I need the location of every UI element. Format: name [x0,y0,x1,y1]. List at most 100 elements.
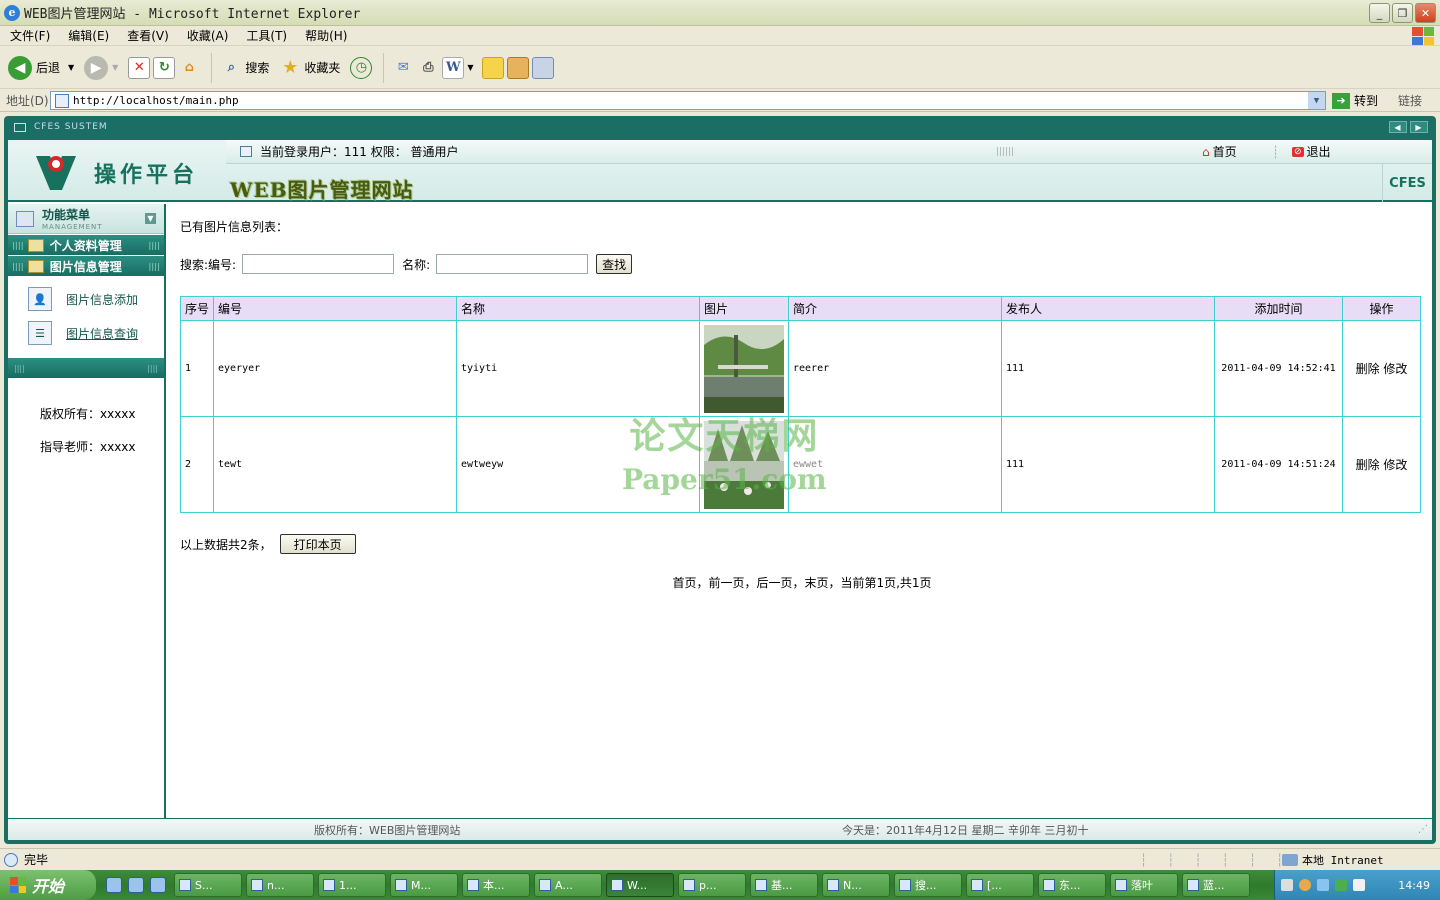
taskbar-item[interactable]: 基... [750,873,818,897]
taskbar-item[interactable]: 蓝... [1182,873,1250,897]
history-icon[interactable]: ◷ [350,56,373,79]
taskbar-item[interactable]: S... [174,873,242,897]
edit-dropdown-icon[interactable]: ▼ [467,63,473,72]
taskbar-item[interactable]: M... [390,873,458,897]
taskbar-item[interactable]: 东... [1038,873,1106,897]
cell-intro: reerer [788,320,1002,417]
task-icon [395,879,407,891]
media-quicklaunch-icon[interactable] [150,877,166,893]
favorites-button[interactable]: ★ 收藏夹 [279,57,340,79]
task-icon [467,879,479,891]
monitor-icon [14,122,26,132]
search-submit-button[interactable]: 查找 [596,254,633,274]
delete-link[interactable]: 删除 [1356,458,1380,472]
close-button[interactable]: ✕ [1415,3,1436,23]
cell-actions: 删除 修改 [1342,320,1421,417]
word-icon[interactable]: W [442,56,465,79]
menu-file[interactable]: 文件(F) [10,27,50,44]
notes-icon[interactable] [481,56,504,79]
back-button[interactable]: ◀ 后退 ▼ [8,55,74,80]
research-icon[interactable] [506,56,529,79]
col-time: 添加时间 [1214,296,1343,321]
logout-label: 退出 [1306,145,1331,159]
address-dropdown-icon[interactable]: ▼ [1308,92,1325,109]
refresh-icon[interactable]: ↻ [153,56,176,79]
site-title: WEB图片管理网站 [230,178,414,202]
delete-link[interactable]: 删除 [1356,362,1380,376]
taskbar-item[interactable]: 本... [462,873,530,897]
prev-frame-button[interactable]: ◀ [1389,121,1407,133]
menu-tools[interactable]: 工具(T) [246,27,287,44]
ie-quicklaunch-icon[interactable] [106,877,122,893]
shield-tray-icon[interactable] [1335,879,1347,891]
star-icon: ★ [282,57,299,78]
taskbar-item[interactable]: 搜... [894,873,962,897]
network-tray-icon[interactable] [1317,879,1329,891]
cell-time: 2011-04-09 14:52:41 [1214,320,1343,417]
security-zone[interactable]: 本地 Intranet [1282,852,1384,868]
windows-flag-icon [10,877,26,893]
back-dropdown-icon[interactable]: ▼ [68,63,74,72]
clock[interactable]: 14:49 [1398,879,1430,892]
start-button[interactable]: 开始 [0,870,96,900]
user-bar: 当前登录用户：111 权限： 普通用户 |||||| ⌂ 首页 ┊ ⊘ 退出 [226,140,1432,164]
home-link[interactable]: ⌂ 首页 [1202,143,1237,160]
start-label: 开始 [32,877,65,896]
mail-icon[interactable]: ✉ [392,57,414,79]
grip-dots: |||||| [996,146,1015,157]
print-icon[interactable]: ⎙ [417,57,439,79]
next-frame-button[interactable]: ▶ [1410,121,1428,133]
taskbar-item[interactable]: N... [822,873,890,897]
menu-favorites[interactable]: 收藏(A) [187,27,229,44]
platform-title: 操作平台 [94,162,199,188]
forward-button[interactable]: ▶ ▼ [84,55,118,80]
address-bar: 地址(D) http://localhost/main.php ▼ ➔ 转到 链… [0,90,1440,112]
task-icon [755,879,767,891]
search-name-input[interactable] [436,254,589,274]
logout-link[interactable]: ⊘ 退出 [1292,143,1331,160]
print-page-button[interactable]: 打印本页 [279,534,356,554]
collapse-menu-icon[interactable]: ▼ [145,213,156,224]
taskbar-item[interactable]: 1... [318,873,386,897]
home-icon[interactable]: ⌂ [178,57,200,79]
messenger-icon[interactable] [531,56,554,79]
search-button[interactable]: ⌕ 搜索 [220,57,270,79]
sidebar-category-images[interactable]: |||| 图片信息管理 |||| [8,256,164,276]
col-publisher: 发布人 [1001,296,1215,321]
volume-tray-icon[interactable] [1353,879,1365,891]
menu-view[interactable]: 查看(V) [127,27,169,44]
qq-tray-icon[interactable] [1299,879,1311,891]
resize-grip-icon[interactable]: ⋰ [1418,824,1428,835]
taskbar-item[interactable]: 落叶 [1110,873,1178,897]
restore-button[interactable]: ❐ [1392,3,1413,23]
minimize-button[interactable]: _ [1369,3,1390,23]
pagination[interactable]: 首页，前一页，后一页，末页，当前第1页,共1页 [172,574,1432,591]
search-code-input[interactable] [242,254,395,274]
address-input[interactable]: http://localhost/main.php ▼ [50,91,1326,110]
taskbar-item[interactable]: p... [678,873,746,897]
status-page-icon [4,852,18,867]
logout-icon: ⊘ [1292,146,1304,157]
sidebar-item-query-image[interactable]: ☰ 图片信息查询 [8,316,164,350]
taskbar-item[interactable]: A... [534,873,602,897]
stop-icon[interactable]: ✕ [128,56,151,79]
toolbar-separator [383,52,385,83]
edit-link[interactable]: 修改 [1383,458,1407,472]
link-separator: ┊ [1272,144,1280,159]
section-title: 已有图片信息列表： [180,220,289,234]
links-button[interactable]: 链接 [1398,92,1422,109]
menu-help[interactable]: 帮助(H) [305,27,347,44]
menu-edit[interactable]: 编辑(E) [68,27,109,44]
cell-index: 2 [180,416,214,513]
keyboard-tray-icon[interactable] [1281,879,1293,891]
sidebar-category-profile[interactable]: |||| 个人资料管理 |||| [8,235,164,255]
goto-button[interactable]: ➔ 转到 [1332,92,1378,109]
task-icon [683,879,695,891]
taskbar-item-active[interactable]: W... [606,873,674,897]
taskbar-item[interactable]: n... [246,873,314,897]
desktop-quicklaunch-icon[interactable] [128,877,144,893]
task-icon [899,879,911,891]
edit-link[interactable]: 修改 [1383,362,1407,376]
sidebar-item-add-image[interactable]: 👤 图片信息添加 [8,282,164,316]
taskbar-item[interactable]: [... [966,873,1034,897]
